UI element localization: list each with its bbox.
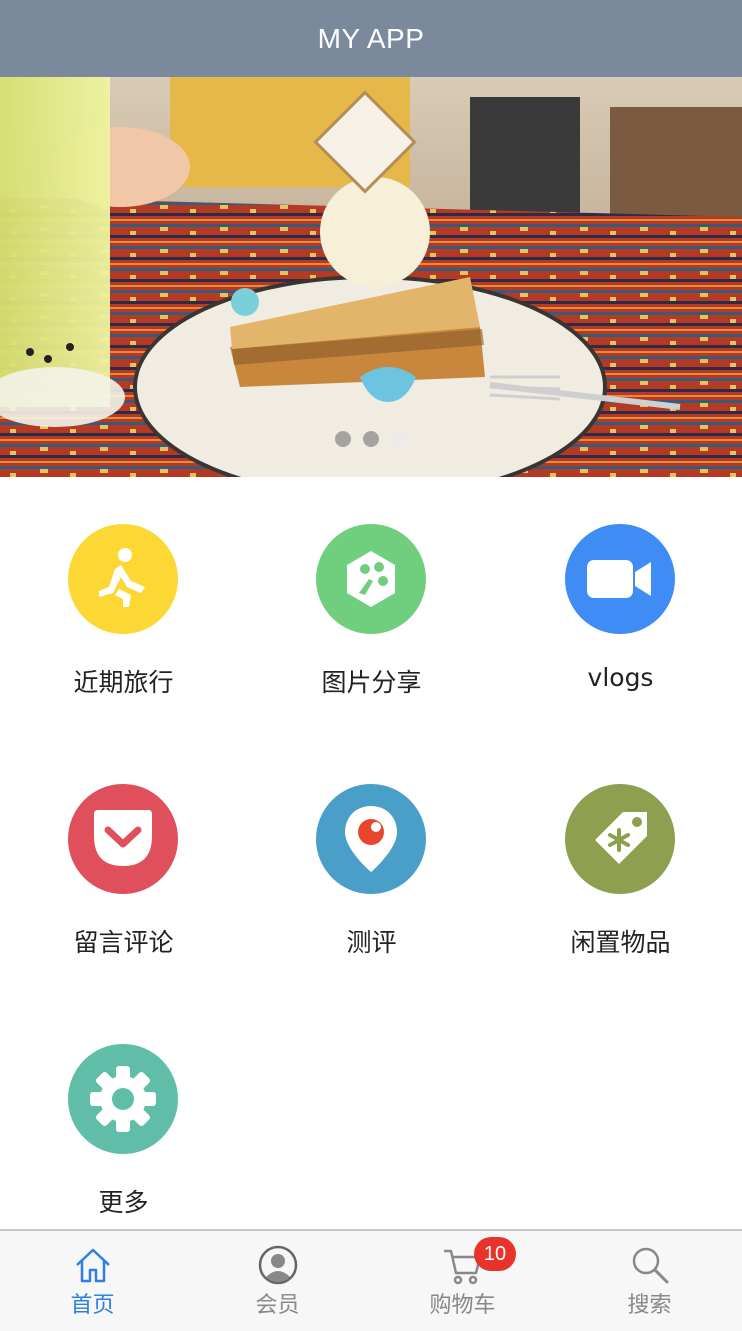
- grid-item-label: vlogs: [587, 663, 654, 692]
- grid-item-more[interactable]: 更多: [0, 997, 247, 1257]
- tab-member[interactable]: 会员: [185, 1231, 370, 1331]
- grid-item-label: 近期旅行: [73, 668, 174, 697]
- tab-label: 会员: [255, 1293, 300, 1318]
- carousel-dot-active[interactable]: [391, 431, 407, 447]
- grid-item-vlogs[interactable]: vlogs: [497, 477, 742, 737]
- tab-label: 购物车: [429, 1293, 496, 1318]
- carousel-indicators: [0, 431, 742, 447]
- pocket-icon: [68, 784, 178, 894]
- tab-search[interactable]: 搜索: [557, 1231, 742, 1331]
- cart-count-badge: 10: [474, 1237, 516, 1271]
- user-icon: [258, 1245, 298, 1289]
- map-pin-icon: [316, 784, 426, 894]
- app-title: MY APP: [317, 22, 425, 54]
- frog-foot-icon: [316, 524, 426, 634]
- banner-image: [0, 77, 742, 477]
- grid-item-comments[interactable]: 留言评论: [0, 737, 247, 997]
- video-camera-icon: [565, 524, 675, 634]
- tab-home[interactable]: 首页: [0, 1231, 185, 1331]
- gear-icon: [68, 1044, 178, 1154]
- grid-item-label: 图片分享: [321, 668, 422, 697]
- carousel-dot[interactable]: [363, 431, 379, 447]
- tab-label: 搜索: [627, 1293, 672, 1318]
- tab-cart[interactable]: 10 购物车: [370, 1231, 555, 1331]
- app-header: MY APP: [0, 0, 742, 77]
- grid-item-review[interactable]: 测评: [248, 737, 495, 997]
- home-icon: [73, 1245, 113, 1289]
- grid-item-secondhand[interactable]: 闲置物品: [497, 737, 742, 997]
- carousel-dot[interactable]: [335, 431, 351, 447]
- search-icon: [630, 1245, 670, 1289]
- bottom-tab-bar: 首页 会员 10 购物车 搜索: [0, 1229, 742, 1331]
- price-tag-icon: [565, 784, 675, 894]
- grid-item-label: 留言评论: [73, 928, 174, 957]
- running-man-icon: [68, 524, 178, 634]
- grid-item-label: 更多: [98, 1188, 149, 1217]
- grid-item-label: 闲置物品: [570, 928, 671, 957]
- tab-label: 首页: [70, 1293, 115, 1318]
- grid-item-travel[interactable]: 近期旅行: [0, 477, 247, 737]
- banner-carousel[interactable]: [0, 77, 742, 477]
- grid-item-photo-share[interactable]: 图片分享: [248, 477, 495, 737]
- grid-item-label: 测评: [346, 928, 397, 957]
